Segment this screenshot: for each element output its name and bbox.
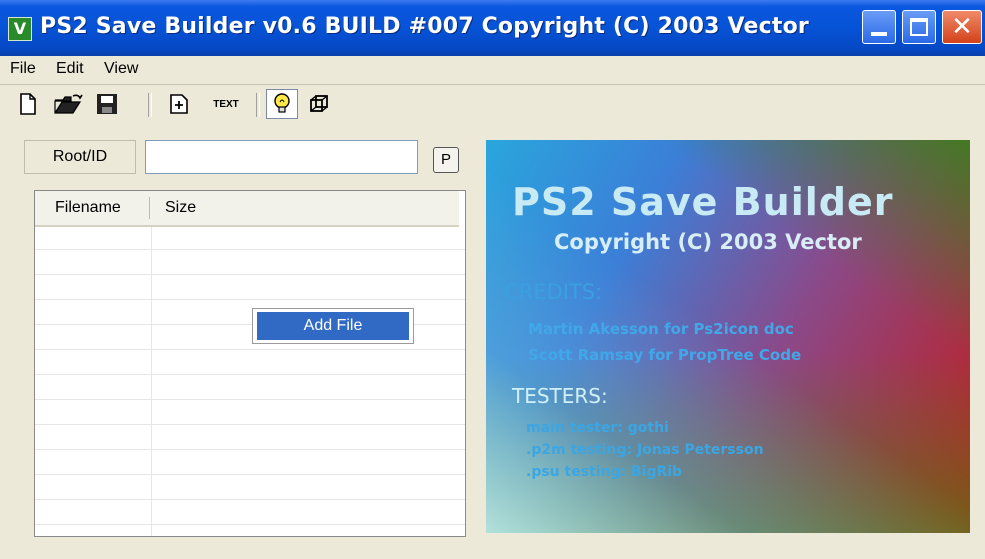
add-file-icon — [170, 94, 188, 114]
add-file-button[interactable] — [164, 89, 194, 119]
testers-heading: TESTERS: — [512, 384, 608, 408]
column-filename[interactable]: Filename — [55, 191, 121, 225]
close-button[interactable]: ✕ — [942, 10, 982, 44]
save-button[interactable] — [92, 89, 122, 119]
row-gridline — [35, 249, 465, 250]
toolbar-separator — [256, 93, 260, 117]
save-icon — [97, 94, 117, 114]
menu-file[interactable]: File — [10, 60, 36, 78]
minimize-button[interactable] — [862, 10, 896, 44]
column-size[interactable]: Size — [165, 191, 196, 225]
tester-line: .psu testing: BigRib — [526, 464, 683, 480]
cube-icon — [310, 95, 328, 112]
text-button[interactable]: TEXT — [204, 89, 248, 119]
new-icon — [20, 93, 36, 115]
row-gridline — [35, 424, 465, 425]
context-menu: Add File — [252, 308, 414, 344]
menu-edit[interactable]: Edit — [56, 60, 84, 78]
maximize-icon — [910, 18, 928, 36]
toolbar: TEXT — [0, 85, 985, 125]
minimize-icon — [871, 32, 887, 36]
menu-bar: File Edit View — [0, 56, 985, 85]
open-button[interactable] — [50, 89, 86, 119]
column-separator[interactable] — [149, 197, 150, 219]
list-header: Filename Size — [35, 191, 459, 227]
row-gridline — [35, 349, 465, 350]
row-gridline — [35, 524, 465, 525]
cube-button[interactable] — [304, 89, 334, 119]
credit-line: Scott Ramsay for PropTree Code — [528, 346, 802, 364]
row-gridline — [35, 399, 465, 400]
tester-line: main tester: gothi — [526, 420, 669, 436]
window-title: PS2 Save Builder v0.6 BUILD #007 Copyrig… — [40, 14, 809, 39]
toolbar-separator — [148, 93, 152, 117]
title-bar[interactable]: V PS2 Save Builder v0.6 BUILD #007 Copyr… — [0, 0, 985, 56]
add-file-menu-item[interactable]: Add File — [257, 312, 409, 340]
row-gridline — [35, 499, 465, 500]
tester-line: .p2m testing: Jonas Petersson — [526, 442, 764, 458]
p-button[interactable]: P — [433, 147, 459, 173]
row-gridline — [35, 374, 465, 375]
root-id-label: Root/ID — [24, 140, 136, 174]
about-splash: PS2 Save Builder Copyright (C) 2003 Vect… — [486, 140, 970, 533]
row-gridline — [35, 299, 465, 300]
credit-line: Martin Akesson for Ps2icon doc — [528, 320, 794, 338]
splash-copyright: Copyright (C) 2003 Vector — [554, 230, 862, 254]
splash-title: PS2 Save Builder — [512, 180, 894, 224]
credits-heading: CREDITS: — [504, 280, 603, 304]
open-folder-icon — [54, 94, 83, 114]
row-gridline — [35, 274, 465, 275]
root-id-input[interactable] — [145, 140, 418, 174]
new-button[interactable] — [14, 89, 42, 119]
row-gridline — [35, 474, 465, 475]
maximize-button[interactable] — [902, 10, 936, 44]
menu-view[interactable]: View — [104, 60, 138, 78]
file-list[interactable]: Filename Size — [34, 190, 466, 537]
app-icon: V — [8, 17, 32, 41]
close-icon: ✕ — [951, 12, 973, 42]
lightbulb-button[interactable] — [266, 89, 298, 119]
lightbulb-icon — [274, 93, 290, 113]
row-gridline — [35, 449, 465, 450]
